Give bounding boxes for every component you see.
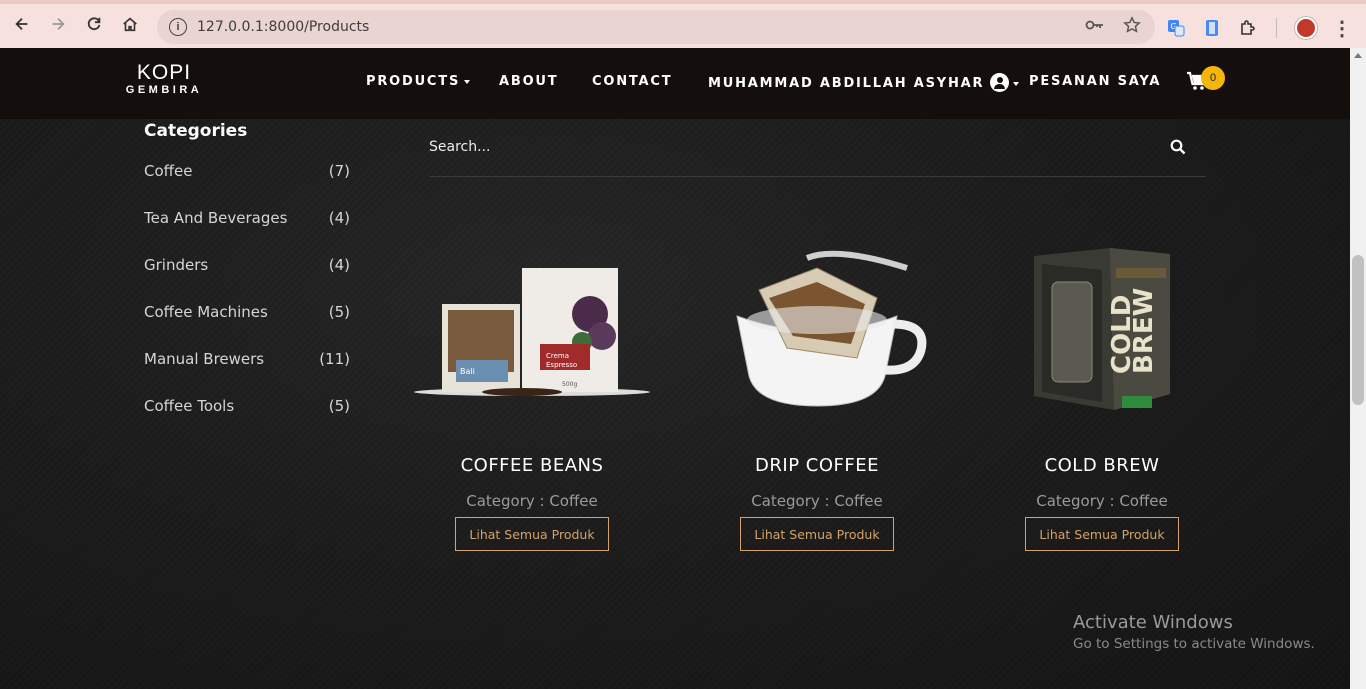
category-label: Coffee Tools: [144, 397, 235, 415]
svg-text:Espresso: Espresso: [546, 361, 577, 369]
bookmark-star-icon[interactable]: [1123, 15, 1141, 39]
category-count: (5): [328, 303, 350, 321]
chevron-down-icon: [1013, 81, 1020, 86]
page-scrollbar[interactable]: [1350, 48, 1366, 689]
svg-text:Bali: Bali: [460, 367, 475, 376]
product-name: COFFEE BEANS: [460, 455, 604, 476]
category-label: Manual Brewers: [144, 350, 265, 368]
product-card: Bali Crema Espresso 500g COFFEE BEANS Ca…: [412, 224, 652, 574]
svg-text:500g: 500g: [562, 381, 577, 388]
svg-text:Crema: Crema: [546, 352, 569, 360]
profile-avatar[interactable]: [1295, 17, 1317, 39]
reload-icon[interactable]: [76, 6, 112, 42]
category-item-coffee[interactable]: Coffee (7): [144, 162, 350, 180]
forward-icon[interactable]: [40, 6, 76, 42]
nav-products-label: PRODUCTS: [366, 74, 461, 89]
cart-count-badge[interactable]: 0: [1201, 66, 1225, 90]
search-icon[interactable]: [1170, 139, 1186, 155]
user-name: MUHAMMAD ABDILLAH ASYHAR: [708, 76, 985, 91]
user-icon: [990, 73, 1010, 92]
category-item-coffee-tools[interactable]: Coffee Tools (5): [144, 397, 350, 415]
site-navbar: KOPI GEMBIRA PRODUCTS ABOUT CONTACT MUHA…: [0, 48, 1350, 119]
home-icon[interactable]: [112, 6, 148, 42]
watermark-title: Activate Windows: [1073, 612, 1233, 633]
scrollbar-thumb[interactable]: [1352, 255, 1364, 405]
back-icon[interactable]: [4, 6, 40, 42]
extension-doc-icon[interactable]: [1201, 17, 1223, 39]
category-count: (4): [328, 209, 350, 227]
category-label: Coffee: [144, 162, 193, 180]
product-name: COLD BREW: [1044, 455, 1160, 476]
categories-title: Categories: [144, 121, 248, 141]
url-text[interactable]: 127.0.0.1:8000/Products: [197, 19, 369, 35]
translate-icon[interactable]: G: [1165, 17, 1187, 39]
address-bar[interactable]: i 127.0.0.1:8000/Products: [157, 10, 1155, 44]
windows-activation-watermark: Activate Windows Go to Settings to activ…: [1073, 612, 1315, 652]
nav-contact[interactable]: CONTACT: [592, 74, 672, 89]
separator: [1273, 17, 1281, 39]
product-image-cold-brew: COLD BREW: [982, 224, 1222, 424]
category-label: Grinders: [144, 256, 209, 274]
key-icon[interactable]: [1085, 18, 1105, 37]
view-all-products-button[interactable]: Lihat Semua Produk: [740, 517, 894, 551]
category-item-grinders[interactable]: Grinders (4): [144, 256, 350, 274]
product-card: DRIP COFFEE Category : Coffee Lihat Semu…: [697, 224, 937, 574]
product-category: Category : Coffee: [466, 492, 598, 510]
category-count: (11): [319, 350, 350, 368]
search-bar: [429, 137, 1206, 177]
category-item-manual-brewers[interactable]: Manual Brewers (11): [144, 350, 350, 368]
category-label: Coffee Machines: [144, 303, 268, 321]
product-category: Category : Coffee: [751, 492, 883, 510]
search-input[interactable]: [429, 137, 1129, 157]
view-all-products-button[interactable]: Lihat Semua Produk: [455, 517, 609, 551]
nav-about[interactable]: ABOUT: [499, 74, 558, 89]
svg-text:BREW: BREW: [1129, 288, 1159, 374]
puzzle-icon[interactable]: [1237, 17, 1259, 39]
category-item-tea-and-beverages[interactable]: Tea And Beverages (4): [144, 209, 350, 227]
product-card: COLD BREW COLD BREW Category : Coffee Li…: [982, 224, 1222, 574]
category-count: (5): [328, 397, 350, 415]
logo-top: KOPI: [136, 61, 192, 84]
watermark-subtitle: Go to Settings to activate Windows.: [1073, 636, 1315, 652]
scroll-up-icon[interactable]: [1354, 53, 1362, 58]
product-image-drip-coffee: [697, 224, 937, 424]
category-count: (4): [328, 256, 350, 274]
product-image-coffee-beans: Bali Crema Espresso 500g: [412, 224, 652, 424]
brand-logo[interactable]: KOPI GEMBIRA: [118, 61, 210, 97]
category-count: (7): [328, 162, 350, 180]
main-content: Categories Coffee (7) Tea And Beverages …: [0, 119, 1350, 689]
nav-products[interactable]: PRODUCTS: [366, 74, 471, 89]
category-item-coffee-machines[interactable]: Coffee Machines (5): [144, 303, 350, 321]
chevron-down-icon: [464, 79, 471, 84]
nav-user-menu[interactable]: MUHAMMAD ABDILLAH ASYHAR: [708, 73, 1020, 93]
view-all-products-button[interactable]: Lihat Semua Produk: [1025, 517, 1179, 551]
kebab-menu-icon[interactable]: ⋮: [1331, 17, 1353, 40]
nav-orders[interactable]: PESANAN SAYA: [1029, 74, 1161, 89]
product-name: DRIP COFFEE: [755, 455, 879, 476]
product-category: Category : Coffee: [1036, 492, 1168, 510]
browser-toolbar: i 127.0.0.1:8000/Products G ⋮: [0, 0, 1366, 48]
category-label: Tea And Beverages: [144, 209, 288, 227]
logo-bottom: GEMBIRA: [125, 84, 203, 96]
site-info-icon[interactable]: i: [169, 18, 187, 36]
